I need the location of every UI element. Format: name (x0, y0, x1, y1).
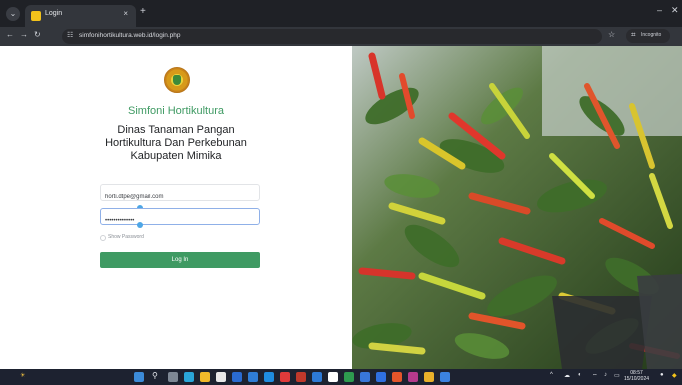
volume-icon[interactable]: ♪ (604, 372, 607, 378)
app-icon-6[interactable] (360, 372, 370, 382)
tab-search-button[interactable]: ⌄ (6, 7, 20, 21)
clock-date: 15/10/2024 (624, 376, 650, 382)
login-button[interactable]: Log In (100, 252, 260, 268)
password-field[interactable] (100, 208, 260, 229)
app-icon-7[interactable] (376, 372, 386, 382)
agency-line-3: Kabupaten Mimika (130, 150, 222, 162)
address-bar[interactable]: ☷ simfonihortikultura.web.id/login.php (62, 29, 602, 44)
new-tab-button[interactable]: + (140, 6, 146, 17)
back-icon[interactable]: ← (6, 30, 14, 39)
show-password-checkbox[interactable] (100, 235, 106, 241)
start-icon[interactable] (134, 372, 144, 382)
battery-icon[interactable]: ▭ (614, 372, 620, 379)
clock[interactable]: 08:57 15/10/2024 (624, 370, 649, 382)
browser-tab-strip: ⌄ Login × + – ✕ (0, 0, 682, 27)
peppers-illustration (352, 46, 682, 369)
app-icon-2[interactable] (280, 372, 290, 382)
app-icon-10[interactable] (424, 372, 434, 382)
tab-login[interactable]: Login × (25, 5, 136, 27)
edge-icon[interactable] (184, 372, 194, 382)
reload-icon[interactable]: ↻ (34, 30, 41, 39)
forward-icon[interactable]: → (20, 30, 28, 39)
taskbar: ☀ ⚲ ^ ☁ ◐ ⌔ ♪ ▭ 08:57 15/10/2024 ● ◆ (0, 369, 682, 385)
app-name: Simfoni Hortikultura (128, 105, 224, 117)
minimize-icon[interactable]: – (657, 5, 662, 15)
login-panel: Simfoni Hortikultura Dinas Tanaman Panga… (0, 46, 352, 369)
agency-line-1: Dinas Tanaman Pangan (117, 124, 235, 136)
task-view-icon[interactable] (168, 372, 178, 382)
agency-logo (164, 67, 190, 93)
chrome-icon[interactable] (328, 372, 338, 382)
page-content: Simfoni Hortikultura Dinas Tanaman Panga… (0, 46, 682, 369)
wifi-icon[interactable]: ⌔ (592, 372, 598, 380)
tray-chevron-icon[interactable]: ^ (550, 372, 553, 378)
tab-title: Login (45, 10, 63, 17)
site-info-icon[interactable]: ☷ (67, 31, 73, 39)
email-field[interactable] (100, 184, 260, 205)
tab-close-icon[interactable]: × (123, 9, 128, 18)
incognito-label: Incognito (641, 32, 662, 38)
incognito-badge[interactable]: ⌗ Incognito (626, 29, 670, 43)
copilot-icon[interactable]: ◆ (672, 372, 677, 379)
bookmark-star-icon[interactable]: ☆ (608, 30, 615, 39)
agency-name: Dinas Tanaman Pangan Hortikultura Dan Pe… (0, 124, 352, 163)
word-icon-2[interactable] (248, 372, 258, 382)
file-explorer-icon[interactable] (200, 372, 210, 382)
search-icon[interactable]: ⚲ (152, 371, 158, 380)
url-text[interactable]: simfonihortikultura.web.id/login.php (79, 32, 181, 39)
logo-emblem (173, 75, 181, 85)
store-icon[interactable] (216, 372, 226, 382)
app-icon-4[interactable] (312, 372, 322, 382)
password-input[interactable] (101, 213, 259, 229)
weather-icon[interactable]: ☀ (20, 372, 25, 379)
show-password-label: Show Password (108, 234, 144, 240)
app-icon-5[interactable] (344, 372, 354, 382)
notification-icon[interactable]: ● (660, 372, 664, 378)
favicon-icon (31, 11, 41, 21)
app-icon-9[interactable] (408, 372, 418, 382)
close-window-icon[interactable]: ✕ (671, 5, 679, 16)
app-icon-11[interactable] (440, 372, 450, 382)
incognito-icon: ⌗ (631, 30, 636, 39)
app-icon-3[interactable] (296, 372, 306, 382)
screen: ⌄ Login × + – ✕ ← → ↻ ☷ simfonihortikult… (0, 0, 682, 385)
selection-handle-bottom[interactable] (137, 222, 143, 228)
email-input[interactable] (101, 189, 259, 205)
app-icon-1[interactable] (264, 372, 274, 382)
tray-app-icon[interactable]: ◐ (578, 372, 582, 378)
word-icon[interactable] (232, 372, 242, 382)
tray-network-icon[interactable]: ☁ (564, 372, 570, 379)
hero-image-peppers (352, 46, 682, 369)
agency-line-2: Hortikultura Dan Perkebunan (105, 137, 247, 149)
browser-toolbar: ← → ↻ ☷ simfonihortikultura.web.id/login… (0, 27, 682, 46)
app-icon-8[interactable] (392, 372, 402, 382)
